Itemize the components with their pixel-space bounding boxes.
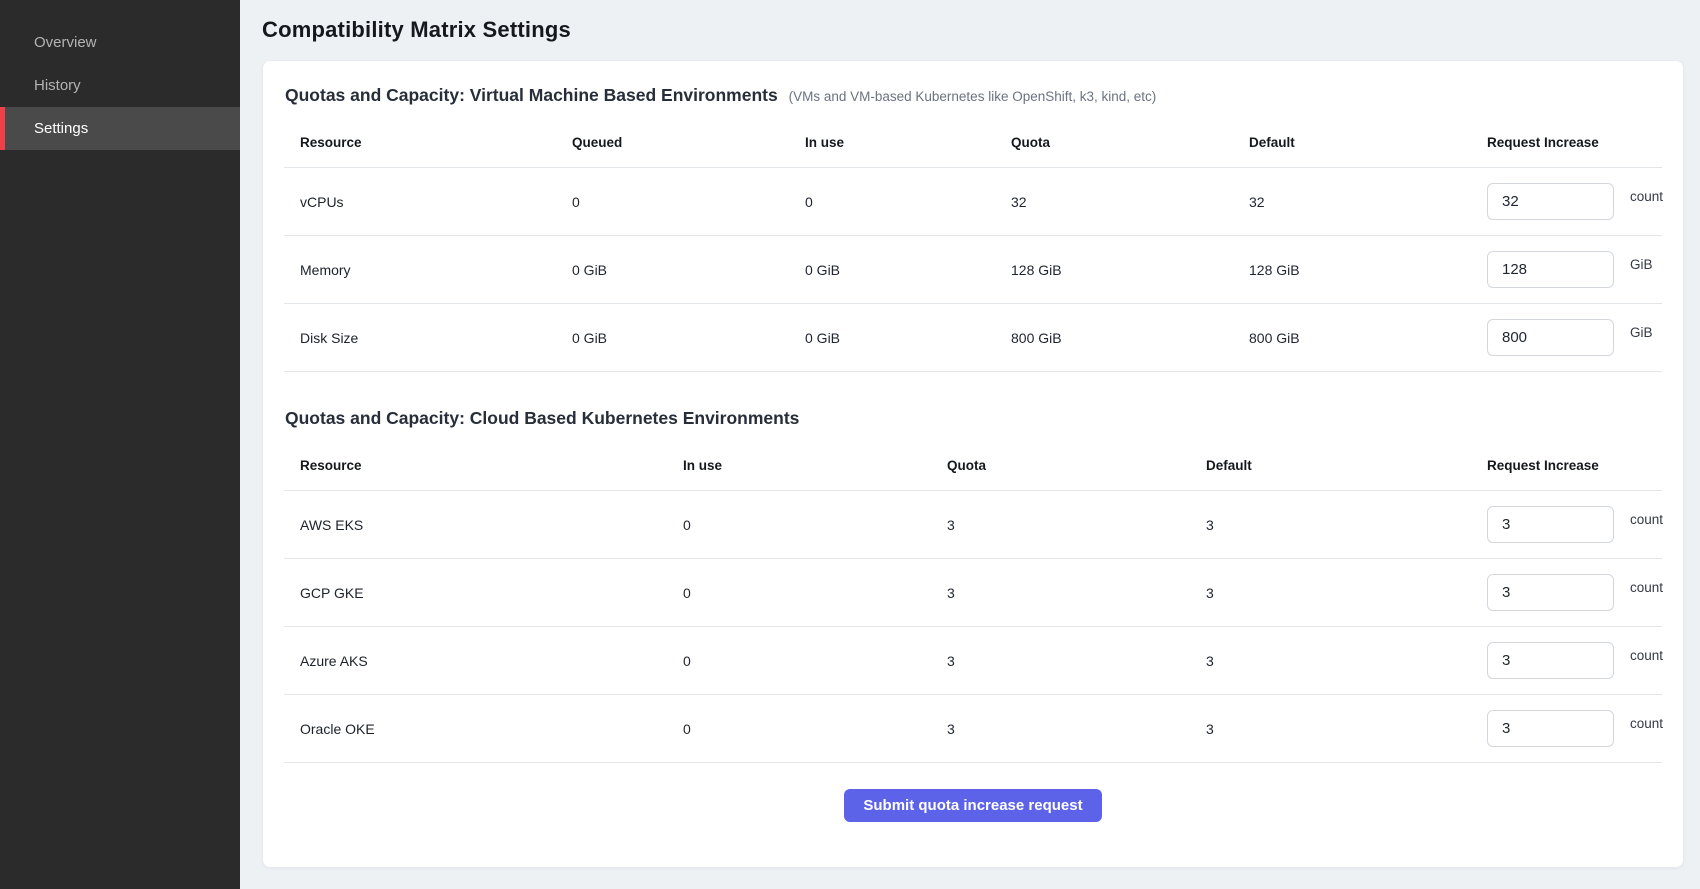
default-value: 128 GiB bbox=[1249, 262, 1487, 278]
resource-name: Azure AKS bbox=[300, 653, 683, 669]
quota-value: 3 bbox=[947, 517, 1206, 533]
main-content: Compatibility Matrix Settings Quotas and… bbox=[240, 0, 1700, 889]
k8s-section-heading: Quotas and Capacity: Cloud Based Kuberne… bbox=[284, 408, 1662, 429]
column-header-default: Default bbox=[1249, 135, 1487, 150]
queued-value: 0 GiB bbox=[572, 262, 805, 278]
sidebar-item-settings[interactable]: Settings bbox=[0, 107, 240, 150]
quota-value: 32 bbox=[1011, 194, 1249, 210]
resource-name: Memory bbox=[300, 262, 572, 278]
in-use-value: 0 bbox=[683, 585, 947, 601]
in-use-value: 0 GiB bbox=[805, 330, 1011, 346]
unit-label: GiB bbox=[1630, 257, 1653, 272]
k8s-section-title: Quotas and Capacity: Cloud Based Kuberne… bbox=[285, 408, 799, 428]
column-header-queued: Queued bbox=[572, 135, 805, 150]
vm-quota-table: Resource Queued In use Quota Default Req… bbox=[284, 118, 1662, 372]
table-row-disk-size: Disk Size 0 GiB 0 GiB 800 GiB 800 GiB Gi… bbox=[284, 304, 1662, 372]
table-row-aws-eks: AWS EKS 0 3 3 count bbox=[284, 491, 1662, 559]
sidebar-item-label: Overview bbox=[34, 34, 97, 51]
column-header-default: Default bbox=[1206, 458, 1487, 473]
table-row-vcpus: vCPUs 0 0 32 32 count bbox=[284, 168, 1662, 236]
in-use-value: 0 GiB bbox=[805, 262, 1011, 278]
quota-value: 800 GiB bbox=[1011, 330, 1249, 346]
submit-quota-increase-button[interactable]: Submit quota increase request bbox=[844, 789, 1101, 822]
resource-name: GCP GKE bbox=[300, 585, 683, 601]
vm-section-subtitle: (VMs and VM-based Kubernetes like OpenSh… bbox=[789, 89, 1157, 104]
sidebar-item-label: History bbox=[34, 77, 81, 94]
queued-value: 0 GiB bbox=[572, 330, 805, 346]
aws-eks-request-input[interactable] bbox=[1487, 506, 1614, 543]
default-value: 32 bbox=[1249, 194, 1487, 210]
table-row-gcp-gke: GCP GKE 0 3 3 count bbox=[284, 559, 1662, 627]
sidebar-item-history[interactable]: History bbox=[0, 64, 240, 107]
in-use-value: 0 bbox=[805, 194, 1011, 210]
oracle-oke-request-input[interactable] bbox=[1487, 710, 1614, 747]
in-use-value: 0 bbox=[683, 721, 947, 737]
vm-section-title: Quotas and Capacity: Virtual Machine Bas… bbox=[285, 85, 778, 105]
azure-aks-request-input[interactable] bbox=[1487, 642, 1614, 679]
column-header-quota: Quota bbox=[947, 458, 1206, 473]
sidebar: Overview History Settings bbox=[0, 0, 240, 889]
in-use-value: 0 bbox=[683, 517, 947, 533]
unit-label: count bbox=[1630, 716, 1663, 731]
in-use-value: 0 bbox=[683, 653, 947, 669]
quota-value: 3 bbox=[947, 721, 1206, 737]
column-header-request-increase: Request Increase bbox=[1487, 135, 1662, 150]
table-row-oracle-oke: Oracle OKE 0 3 3 count bbox=[284, 695, 1662, 763]
column-header-resource: Resource bbox=[300, 135, 572, 150]
table-row-memory: Memory 0 GiB 0 GiB 128 GiB 128 GiB GiB bbox=[284, 236, 1662, 304]
unit-label: count bbox=[1630, 512, 1663, 527]
k8s-quota-table: Resource In use Quota Default Request In… bbox=[284, 441, 1662, 763]
page-title: Compatibility Matrix Settings bbox=[262, 17, 1684, 43]
k8s-table-header: Resource In use Quota Default Request In… bbox=[284, 441, 1662, 491]
disk-size-request-input[interactable] bbox=[1487, 319, 1614, 356]
sidebar-item-label: Settings bbox=[34, 120, 88, 137]
unit-label: count bbox=[1630, 648, 1663, 663]
resource-name: Disk Size bbox=[300, 330, 572, 346]
unit-label: count bbox=[1630, 580, 1663, 595]
quota-value: 128 GiB bbox=[1011, 262, 1249, 278]
resource-name: Oracle OKE bbox=[300, 721, 683, 737]
table-row-azure-aks: Azure AKS 0 3 3 count bbox=[284, 627, 1662, 695]
vm-table-header: Resource Queued In use Quota Default Req… bbox=[284, 118, 1662, 168]
unit-label: count bbox=[1630, 189, 1663, 204]
resource-name: AWS EKS bbox=[300, 517, 683, 533]
column-header-request-increase: Request Increase bbox=[1487, 458, 1662, 473]
queued-value: 0 bbox=[572, 194, 805, 210]
gcp-gke-request-input[interactable] bbox=[1487, 574, 1614, 611]
column-header-in-use: In use bbox=[683, 458, 947, 473]
card-footer: Submit quota increase request bbox=[284, 763, 1662, 822]
resource-name: vCPUs bbox=[300, 194, 572, 210]
column-header-in-use: In use bbox=[805, 135, 1011, 150]
column-header-resource: Resource bbox=[300, 458, 683, 473]
default-value: 3 bbox=[1206, 653, 1487, 669]
sidebar-item-overview[interactable]: Overview bbox=[0, 21, 240, 64]
default-value: 800 GiB bbox=[1249, 330, 1487, 346]
unit-label: GiB bbox=[1630, 325, 1653, 340]
default-value: 3 bbox=[1206, 517, 1487, 533]
quota-settings-card: Quotas and Capacity: Virtual Machine Bas… bbox=[262, 60, 1684, 868]
quota-value: 3 bbox=[947, 585, 1206, 601]
default-value: 3 bbox=[1206, 721, 1487, 737]
column-header-quota: Quota bbox=[1011, 135, 1249, 150]
vm-section-heading: Quotas and Capacity: Virtual Machine Bas… bbox=[284, 85, 1662, 106]
default-value: 3 bbox=[1206, 585, 1487, 601]
memory-request-input[interactable] bbox=[1487, 251, 1614, 288]
quota-value: 3 bbox=[947, 653, 1206, 669]
vcpus-request-input[interactable] bbox=[1487, 183, 1614, 220]
